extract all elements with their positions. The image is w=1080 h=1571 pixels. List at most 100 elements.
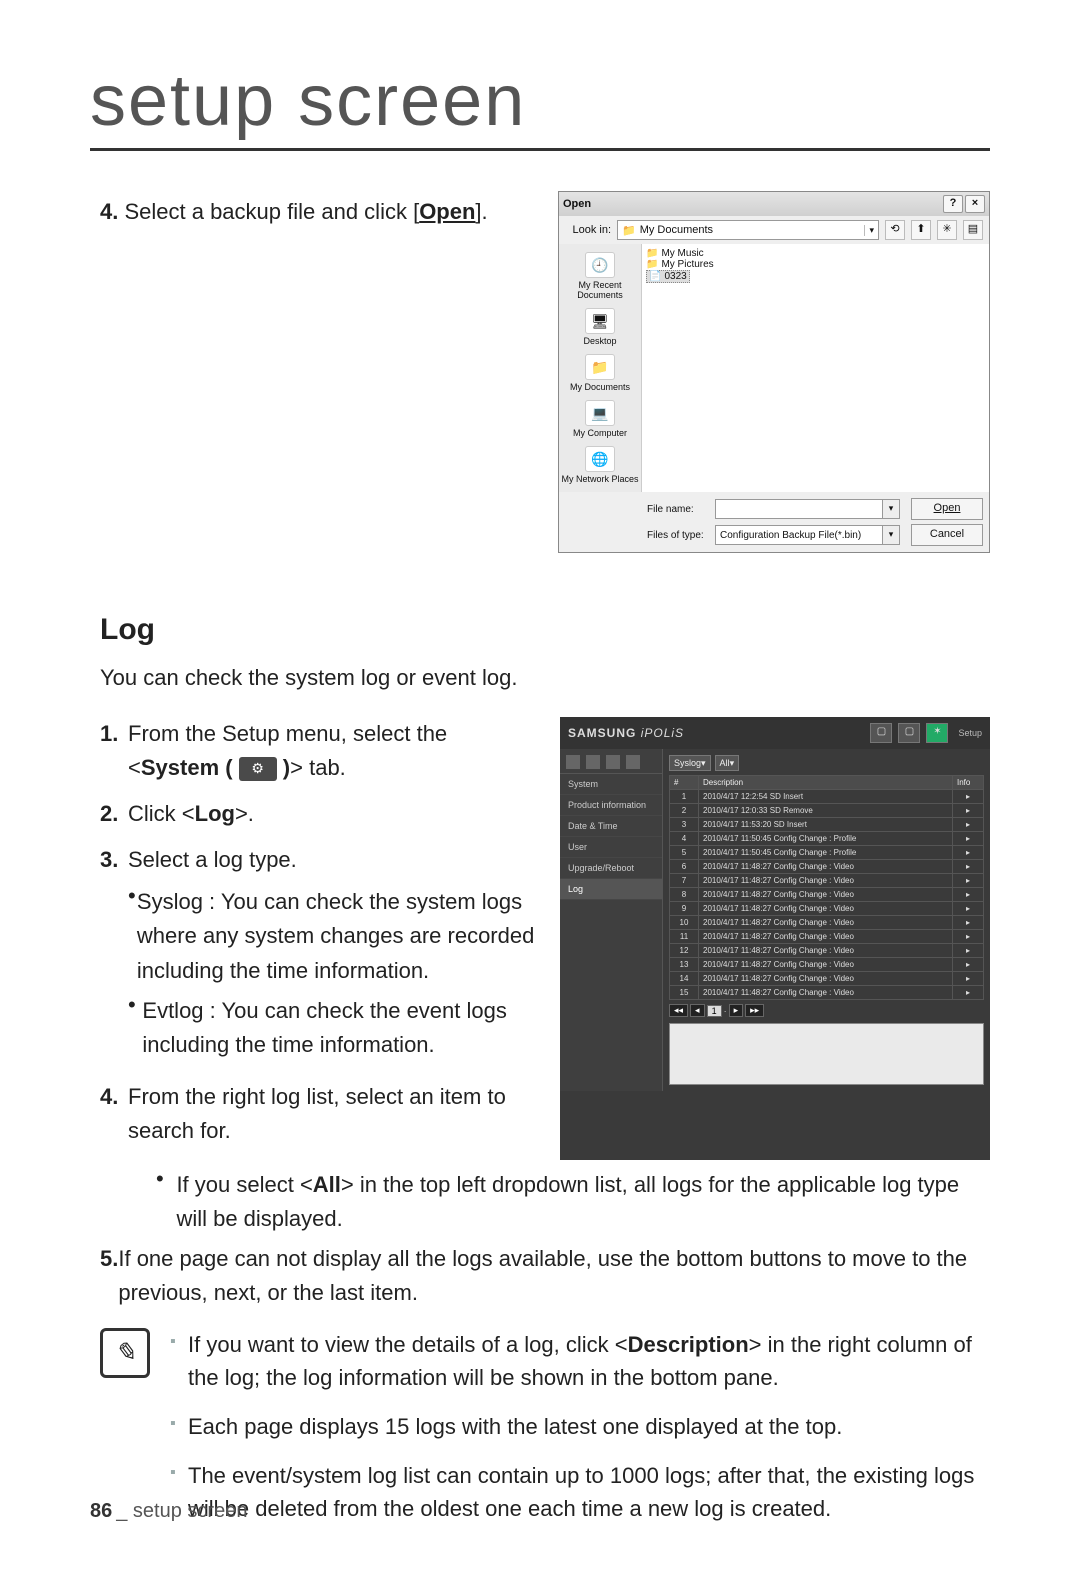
cancel-button[interactable]: Cancel (911, 524, 983, 546)
info-button[interactable]: ▸ (953, 874, 984, 888)
ipolis-header: SAMSUNG iPOLiS ▢ ▢ ✶ Setup (560, 717, 990, 749)
sidebar-icon[interactable] (566, 755, 580, 769)
view-button[interactable]: ▤ (963, 220, 983, 240)
info-button[interactable]: ▸ (953, 944, 984, 958)
first-page-button[interactable]: ◂◂ (669, 1004, 688, 1017)
info-button[interactable]: ▸ (953, 832, 984, 846)
step-body: Select a log type. •Syslog : You can che… (128, 843, 540, 1068)
table-row[interactable]: 72010/4/17 11:48:27 Config Change : Vide… (670, 874, 984, 888)
step-number: 5. (100, 1242, 118, 1310)
info-button[interactable]: ▸ (953, 986, 984, 1000)
bullet-text: Evtlog : You can check the event logs in… (142, 994, 540, 1062)
last-page-button[interactable]: ▸▸ (745, 1004, 764, 1017)
file-list[interactable]: 📁My Music 📁My Pictures 📄0323 (642, 244, 989, 492)
open-button[interactable]: Open (911, 498, 983, 520)
lookin-select[interactable]: 📁 My Documents ▾ (617, 220, 879, 240)
place-network[interactable]: 🌐My Network Places (559, 442, 641, 488)
ipolis-screenshot: SAMSUNG iPOLiS ▢ ▢ ✶ Setup System Produc… (560, 717, 990, 1160)
header-tab[interactable]: ▢ (870, 723, 892, 743)
pager-sep: · (724, 1006, 727, 1016)
table-row[interactable]: 22010/4/17 12:0:33 SD Remove▸ (670, 804, 984, 818)
sidebar-item-datetime[interactable]: Date & Time (560, 816, 662, 837)
open-dialog-titlebar[interactable]: Open ? × (559, 192, 989, 216)
cell-desc: 2010/4/17 11:48:27 Config Change : Video (699, 958, 953, 972)
table-row[interactable]: 12010/4/17 12:2:54 SD Insert▸ (670, 790, 984, 804)
filetype-select[interactable]: Configuration Backup File(*.bin) (715, 525, 883, 545)
note-icon: ✎ (100, 1328, 150, 1378)
list-item[interactable]: 📁My Pictures (646, 259, 985, 270)
table-row[interactable]: 92010/4/17 11:48:27 Config Change : Vide… (670, 902, 984, 916)
sidebar-item-product[interactable]: Product information (560, 795, 662, 816)
filename-input[interactable] (715, 499, 883, 519)
cell-desc: 2010/4/17 11:48:27 Config Change : Video (699, 860, 953, 874)
col-desc[interactable]: Description (699, 776, 953, 790)
header-tab[interactable]: ▢ (898, 723, 920, 743)
info-button[interactable]: ▸ (953, 818, 984, 832)
info-button[interactable]: ▸ (953, 804, 984, 818)
help-button[interactable]: ? (943, 195, 963, 213)
filename-dropdown[interactable]: ▾ (883, 499, 900, 519)
table-row[interactable]: 32010/4/17 11:53:20 SD Insert▸ (670, 818, 984, 832)
place-desktop[interactable]: 🖥Desktop (559, 304, 641, 350)
new-folder-button[interactable]: ✳ (937, 220, 957, 240)
t: > tab. (290, 755, 346, 780)
table-row[interactable]: 112010/4/17 11:48:27 Config Change : Vid… (670, 930, 984, 944)
chevron-down-icon: ▾ (701, 758, 706, 769)
table-row[interactable]: 82010/4/17 11:48:27 Config Change : Vide… (670, 888, 984, 902)
sidebar-icon[interactable] (606, 755, 620, 769)
place-documents[interactable]: 📁My Documents (559, 350, 641, 396)
info-button[interactable]: ▸ (953, 846, 984, 860)
note-text: If you want to view the details of a log… (188, 1328, 990, 1394)
sidebar-item-upgrade[interactable]: Upgrade/Reboot (560, 858, 662, 879)
bullet: • If you select <All> in the top left dr… (156, 1168, 990, 1236)
info-button[interactable]: ▸ (953, 902, 984, 916)
info-button[interactable]: ▸ (953, 972, 984, 986)
close-button[interactable]: × (965, 195, 985, 213)
info-button[interactable]: ▸ (953, 958, 984, 972)
info-button[interactable]: ▸ (953, 790, 984, 804)
cell-num: 15 (670, 986, 699, 1000)
table-row[interactable]: 142010/4/17 11:48:27 Config Change : Vid… (670, 972, 984, 986)
sidebar-item-user[interactable]: User (560, 837, 662, 858)
folder-icon: 📁 (646, 248, 658, 259)
cell-desc: 2010/4/17 11:48:27 Config Change : Video (699, 986, 953, 1000)
info-button[interactable]: ▸ (953, 860, 984, 874)
t: All (313, 1172, 341, 1197)
sidebar-item-system[interactable]: System (560, 774, 662, 795)
file-name: My Music (661, 248, 703, 259)
sidebar-item-log[interactable]: Log (560, 879, 662, 900)
table-row[interactable]: 132010/4/17 11:48:27 Config Change : Vid… (670, 958, 984, 972)
bullet: •Syslog : You can check the system logs … (128, 885, 540, 987)
sidebar-icon[interactable] (626, 755, 640, 769)
sidebar-icon[interactable] (586, 755, 600, 769)
bullet-dot: • (128, 994, 142, 1062)
up-button[interactable]: ⬆ (911, 220, 931, 240)
info-button[interactable]: ▸ (953, 888, 984, 902)
list-item[interactable]: 📁My Music (646, 248, 985, 259)
list-item-selected[interactable]: 📄0323 (646, 270, 690, 283)
header-tab-setup[interactable]: ✶ (926, 723, 948, 743)
col-info: Info (953, 776, 984, 790)
next-page-button[interactable]: ▸ (729, 1004, 744, 1017)
back-button[interactable]: ⟲ (885, 220, 905, 240)
setup-label: Setup (958, 728, 982, 738)
file-name: 0323 (664, 271, 686, 282)
computer-icon: 💻 (585, 400, 615, 426)
info-button[interactable]: ▸ (953, 930, 984, 944)
footer-sep: _ (116, 1500, 127, 1522)
table-row[interactable]: 102010/4/17 11:48:27 Config Change : Vid… (670, 916, 984, 930)
place-computer[interactable]: 💻My Computer (559, 396, 641, 442)
prev-page-button[interactable]: ◂ (690, 1004, 705, 1017)
table-row[interactable]: 42010/4/17 11:50:45 Config Change : Prof… (670, 832, 984, 846)
table-row[interactable]: 122010/4/17 11:48:27 Config Change : Vid… (670, 944, 984, 958)
bullet-text: If you select <All> in the top left drop… (176, 1168, 990, 1236)
filetype-dropdown[interactable]: ▾ (883, 525, 900, 545)
chevron-down-icon[interactable]: ▾ (864, 225, 874, 236)
info-button[interactable]: ▸ (953, 916, 984, 930)
table-row[interactable]: 152010/4/17 11:48:27 Config Change : Vid… (670, 986, 984, 1000)
table-row[interactable]: 52010/4/17 11:50:45 Config Change : Prof… (670, 846, 984, 860)
place-recent[interactable]: 🕘My Recent Documents (559, 248, 641, 304)
logtype-select[interactable]: Syslog ▾ (669, 755, 711, 771)
logitem-select[interactable]: All ▾ (715, 755, 740, 771)
table-row[interactable]: 62010/4/17 11:48:27 Config Change : Vide… (670, 860, 984, 874)
